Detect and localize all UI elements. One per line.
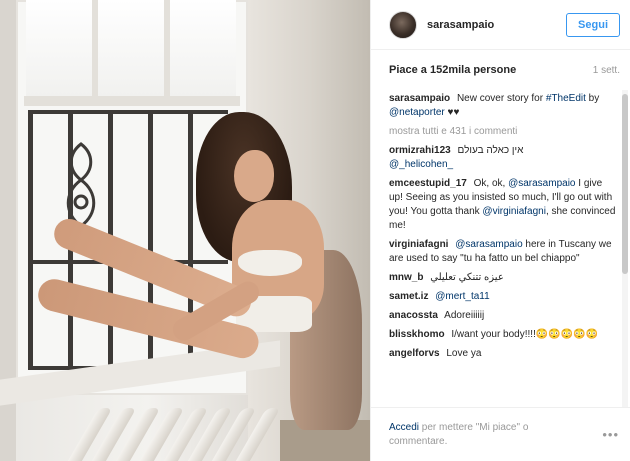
mention-link[interactable]: @netaporter bbox=[389, 107, 445, 118]
comment-username[interactable]: sarasampaio bbox=[389, 93, 450, 104]
list-item: angelforvs Love ya bbox=[389, 347, 616, 361]
heart-emoji: ♥♥ bbox=[447, 107, 460, 118]
list-item: emceestupid_17 Ok, ok, @sarasampaio I gi… bbox=[389, 177, 616, 233]
likes-count[interactable]: Piace a 152mila persone bbox=[389, 64, 516, 76]
post-stats: Piace a 152mila persone 1 sett. bbox=[371, 50, 630, 90]
comment-text: I/want your body!!!!😳😳😳😳😳 bbox=[451, 329, 599, 340]
avatar[interactable] bbox=[389, 10, 417, 39]
comment-text: אין כאלה בעולם bbox=[457, 145, 524, 156]
list-item: mnw_b عيزه تتنكي تعليلي bbox=[389, 271, 616, 285]
comments-scrollbar[interactable] bbox=[622, 90, 628, 407]
post-time[interactable]: 1 sett. bbox=[593, 65, 620, 76]
comment-text: عيزه تتنكي تعليلي bbox=[430, 272, 504, 283]
photo-figure-top bbox=[238, 250, 302, 276]
login-prompt: Accedi per mettere "Mi piace" o commenta… bbox=[389, 421, 579, 449]
follow-button[interactable]: Segui bbox=[566, 12, 620, 37]
comment-username[interactable]: mnw_b bbox=[389, 272, 423, 283]
scrollbar-thumb[interactable] bbox=[622, 94, 628, 274]
list-item: ormizrahi123 אין כאלה בעולם @_helicohen_ bbox=[389, 144, 616, 172]
photo-radiator bbox=[61, 392, 290, 461]
list-item: virginiafagni @sarasampaio here in Tusca… bbox=[389, 238, 616, 266]
photo-window-glass bbox=[26, 0, 236, 96]
comment-text: by bbox=[588, 93, 600, 104]
post-footer: Accedi per mettere "Mi piace" o commenta… bbox=[371, 407, 630, 461]
show-all-comments-link[interactable]: mostra tutti e 431 i commenti bbox=[389, 125, 616, 139]
post-header: sarasampaio Segui bbox=[371, 0, 630, 50]
comment-username[interactable]: samet.iz bbox=[389, 291, 428, 302]
comment-username[interactable]: angelforvs bbox=[389, 348, 440, 359]
comment-username[interactable]: blisskhomo bbox=[389, 329, 445, 340]
login-link[interactable]: Accedi bbox=[389, 422, 419, 433]
mention-link[interactable]: @sarasampaio bbox=[508, 178, 575, 189]
post-username[interactable]: sarasampaio bbox=[427, 19, 494, 31]
mention-link[interactable]: @virginiafagni bbox=[482, 206, 546, 217]
post-photo[interactable] bbox=[0, 0, 370, 461]
hashtag-link[interactable]: #TheEdit bbox=[546, 93, 586, 104]
comment-username[interactable]: emceestupid_17 bbox=[389, 178, 467, 189]
comment-username[interactable]: anacossta bbox=[389, 310, 438, 321]
comment-username[interactable]: ormizrahi123 bbox=[389, 145, 451, 156]
photo-mullion bbox=[24, 96, 240, 106]
comment-username[interactable]: virginiafagni bbox=[389, 239, 448, 250]
instagram-post-modal: sarasampaio Segui Piace a 152mila person… bbox=[0, 0, 630, 461]
more-options-icon[interactable]: ••• bbox=[602, 427, 619, 442]
list-item: anacossta Adoreiiiiij bbox=[389, 309, 616, 323]
caption: sarasampaio New cover story for #TheEdit… bbox=[389, 92, 616, 120]
list-item: blisskhomo I/want your body!!!!😳😳😳😳😳 bbox=[389, 328, 616, 342]
mention-link[interactable]: @sarasampaio bbox=[455, 239, 522, 250]
photo-mullion bbox=[164, 0, 170, 96]
post-sidebar: sarasampaio Segui Piace a 152mila person… bbox=[370, 0, 630, 461]
list-item: samet.iz @mert_ta11 bbox=[389, 290, 616, 304]
comment-text: Love ya bbox=[446, 348, 482, 359]
comment-text: Ok, ok, bbox=[473, 178, 506, 189]
comment-text: New cover story for bbox=[456, 93, 544, 104]
photo-figure-face bbox=[234, 150, 274, 202]
comment-text: Adoreiiiiij bbox=[444, 310, 485, 321]
mention-link[interactable]: @_helicohen_ bbox=[389, 159, 453, 170]
comments-list[interactable]: sarasampaio New cover story for #TheEdit… bbox=[371, 90, 630, 407]
mention-link[interactable]: @mert_ta11 bbox=[435, 291, 489, 302]
photo-mullion bbox=[92, 0, 98, 96]
